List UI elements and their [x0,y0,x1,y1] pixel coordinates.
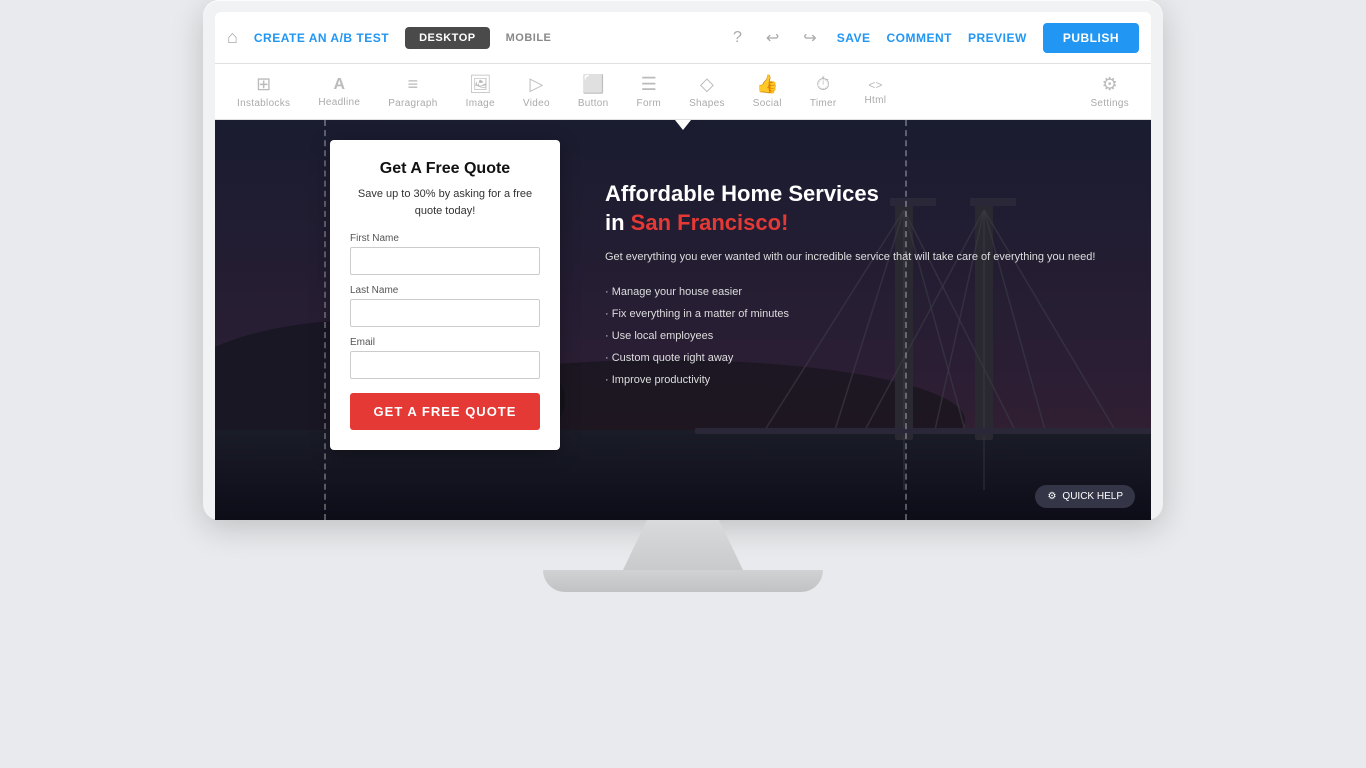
right-content: Affordable Home Services in San Francisc… [605,180,1131,391]
paragraph-icon: ≡ [408,74,419,95]
heading-line2: in [605,210,631,235]
headline-icon: A [333,76,345,94]
right-heading: Affordable Home Services in San Francisc… [605,180,1131,237]
tool-timer[interactable]: ⏱ Timer [796,68,851,115]
timer-icon: ⏱ [816,74,830,95]
video-label: Video [523,98,550,109]
button-label: Button [578,98,609,109]
button-icon: ⬜ [582,74,604,95]
home-icon[interactable]: ⌂ [227,27,238,48]
paragraph-label: Paragraph [388,98,437,109]
first-name-input[interactable] [350,247,540,275]
image-icon: 🖼 [469,74,492,95]
feature-item: Use local employees [605,325,1131,347]
canvas-arrow-indicator [675,120,691,130]
tool-form[interactable]: ☰ Form [623,68,676,115]
form-card: Get A Free Quote Save up to 30% by askin… [330,140,560,450]
timer-label: Timer [810,98,837,109]
feature-item: Custom quote right away [605,347,1131,369]
email-label: Email [350,337,540,348]
submit-button[interactable]: GET A FREE QUOTE [350,393,540,430]
guideline-left [324,120,326,520]
instablocks-icon: ⊞ [256,74,271,95]
tool-video[interactable]: ▷ Video [509,68,564,115]
ab-test-button[interactable]: CREATE AN A/B TEST [254,31,389,45]
quick-help-icon: ⚙ [1047,491,1056,502]
form-card-title: Get A Free Quote [350,160,540,178]
video-icon: ▷ [529,74,543,95]
form-icon: ☰ [641,74,657,95]
shapes-label: Shapes [689,98,725,109]
social-label: Social [753,98,782,109]
instablocks-label: Instablocks [237,98,290,109]
social-icon: 👍 [756,74,778,95]
heading-accent: San Francisco! [631,210,789,235]
quick-help-label: QUICK HELP [1062,491,1123,502]
tool-html[interactable]: <> Html [851,72,901,112]
device-selector: DESKTOP MOBILE [405,27,565,49]
tool-instablocks[interactable]: ⊞ Instablocks [223,68,304,115]
tool-social[interactable]: 👍 Social [739,68,796,115]
tool-button[interactable]: ⬜ Button [564,68,623,115]
html-icon: <> [868,78,882,92]
image-label: Image [466,98,495,109]
form-card-subtitle: Save up to 30% by asking for a free quot… [350,186,540,219]
monitor-shell: ⌂ CREATE AN A/B TEST DESKTOP MOBILE ? ↩ … [0,0,1366,768]
heading-line1: Affordable Home Services [605,181,879,206]
secondary-toolbar: ⊞ Instablocks A Headline ≡ Paragraph 🖼 I… [215,64,1151,120]
features-list: Manage your house easier Fix everything … [605,281,1131,391]
last-name-input[interactable] [350,299,540,327]
help-button[interactable]: ? [729,25,746,51]
comment-button[interactable]: COMMENT [886,31,952,45]
last-name-label: Last Name [350,285,540,296]
monitor-stand-neck [623,520,743,570]
undo-button[interactable]: ↩ [762,24,783,52]
tool-paragraph[interactable]: ≡ Paragraph [374,68,451,115]
feature-item: Manage your house easier [605,281,1131,303]
email-input[interactable] [350,351,540,379]
headline-label: Headline [318,97,360,108]
tool-shapes[interactable]: ◇ Shapes [675,68,739,115]
first-name-label: First Name [350,233,540,244]
primary-toolbar: ⌂ CREATE AN A/B TEST DESKTOP MOBILE ? ↩ … [215,12,1151,64]
feature-item: Improve productivity [605,369,1131,391]
monitor-frame: ⌂ CREATE AN A/B TEST DESKTOP MOBILE ? ↩ … [203,0,1163,520]
desktop-button[interactable]: DESKTOP [405,27,489,49]
monitor-stand-base [543,570,823,592]
form-label: Form [637,98,662,109]
html-label: Html [865,95,887,106]
feature-item: Fix everything in a matter of minutes [605,303,1131,325]
mobile-button[interactable]: MOBILE [492,27,566,49]
tool-headline[interactable]: A Headline [304,70,374,114]
canvas-area: Get A Free Quote Save up to 30% by askin… [215,120,1151,520]
publish-button[interactable]: PUBLISH [1043,23,1139,53]
settings-label: Settings [1090,98,1129,109]
preview-button[interactable]: PREVIEW [968,31,1027,45]
shapes-icon: ◇ [700,74,714,95]
right-description: Get everything you ever wanted with our … [605,249,1131,267]
tool-settings[interactable]: ⚙ Settings [1076,68,1143,115]
quick-help-button[interactable]: ⚙ QUICK HELP [1035,485,1135,508]
redo-button[interactable]: ↪ [799,24,820,52]
save-button[interactable]: SAVE [837,31,871,45]
tool-image[interactable]: 🖼 Image [452,68,509,115]
settings-icon: ⚙ [1102,74,1118,95]
